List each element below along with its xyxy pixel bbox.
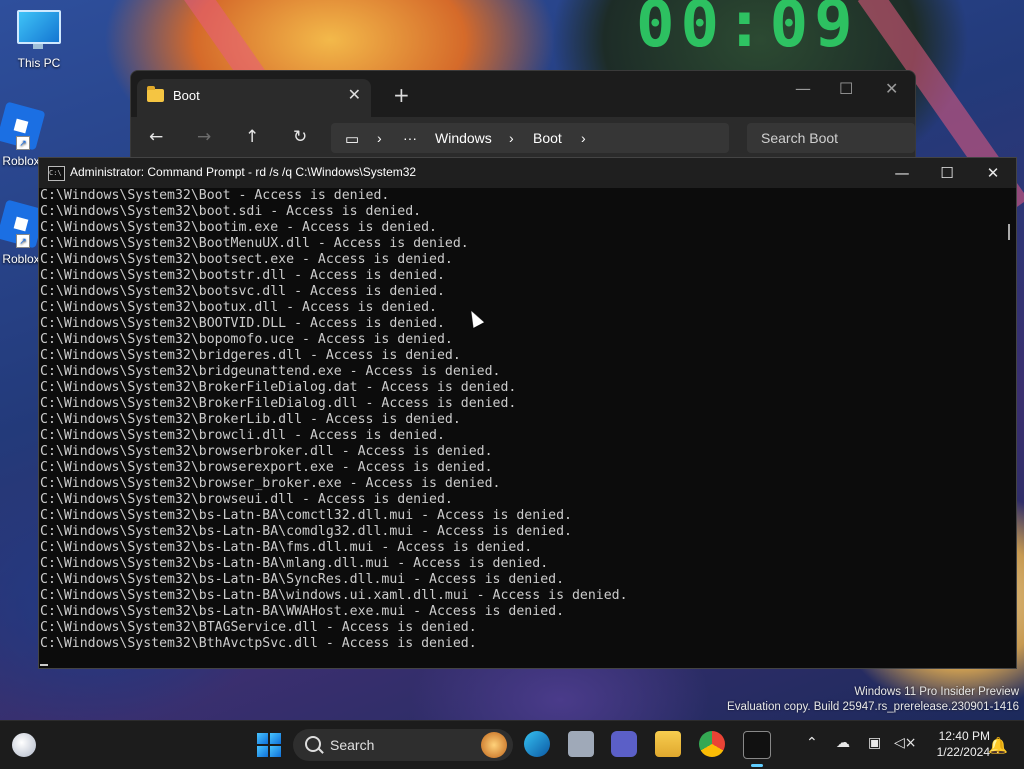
maximize-button[interactable]: ☐ <box>927 162 967 184</box>
chevron-right-icon[interactable]: › <box>581 130 586 146</box>
breadcrumb-boot[interactable]: Boot <box>533 130 562 146</box>
windows-logo-tile <box>270 733 281 744</box>
cmd-output-line: C:\Windows\System32\bridgeunattend.exe -… <box>40 364 501 379</box>
cmd-output-line: C:\Windows\System32\BootMenuUX.dll - Acc… <box>40 236 469 251</box>
breadcrumb-windows[interactable]: Windows <box>435 130 492 146</box>
watermark-line-1: Windows 11 Pro Insider Preview <box>854 686 1019 698</box>
chevron-right-icon: › <box>377 130 382 146</box>
folder-icon <box>147 86 164 102</box>
back-arrow-icon[interactable]: ← <box>149 127 163 147</box>
explorer-search-input[interactable]: Search Boot <box>747 123 915 153</box>
explorer-tab-bar: Boot ✕ + — ☐ ✕ <box>131 71 915 117</box>
taskbar: Search ⌃ ☁ ▣ ◁× 12:40 PM 1/22/2024 🔔 <box>0 720 1024 769</box>
edge-dev-icon[interactable] <box>524 731 550 757</box>
search-highlight-icon <box>481 732 507 758</box>
network-icon[interactable]: ▣ <box>868 735 881 751</box>
cmd-output-line: C:\Windows\System32\BOOTVID.DLL - Access… <box>40 316 445 331</box>
cmd-output-line: C:\Windows\System32\bs-Latn-BA\WWAHost.e… <box>40 604 565 619</box>
explorer-nav-bar: ← → ↑ ↻ ▭ › ··· Windows › Boot › Search … <box>131 117 915 161</box>
minimize-button[interactable]: — <box>795 79 811 98</box>
cmd-output-line: C:\Windows\System32\browseui.dll - Acces… <box>40 492 453 507</box>
taskbar-clock[interactable]: 12:40 PM 1/22/2024 <box>920 728 990 760</box>
clock-time: 12:40 PM <box>938 729 990 743</box>
taskbar-search-label: Search <box>330 737 375 753</box>
cmd-output-line: C:\Windows\System32\bs-Latn-BA\windows.u… <box>40 588 628 603</box>
terminal-icon[interactable] <box>743 731 771 767</box>
windows-watermark: Windows 11 Pro Insider Preview Evaluatio… <box>727 685 1019 715</box>
cmd-icon: C:\ <box>48 166 65 181</box>
cmd-output-line: C:\Windows\System32\bridgeres.dll - Acce… <box>40 348 461 363</box>
wallpaper-digital-clock-art: 00:09 <box>636 0 859 62</box>
minimize-button[interactable]: — <box>882 162 922 184</box>
taskbar-search[interactable]: Search <box>293 729 513 761</box>
cmd-output-line: C:\Windows\System32\BthAvctpSvc.dll - Ac… <box>40 636 477 651</box>
notification-bell-icon[interactable]: 🔔 <box>988 736 1008 755</box>
windows-logo-tile <box>257 746 268 757</box>
close-tab-icon[interactable]: ✕ <box>348 85 361 104</box>
cmd-output-line: C:\Windows\System32\BTAGService.dll - Ac… <box>40 620 477 635</box>
cmd-output-line: C:\Windows\System32\boot.sdi - Access is… <box>40 204 422 219</box>
forward-arrow-icon[interactable]: → <box>197 127 211 147</box>
cmd-output-line: C:\Windows\System32\bootim.exe - Access … <box>40 220 437 235</box>
new-tab-button[interactable]: + <box>393 83 410 107</box>
teams-chat-icon[interactable] <box>611 731 637 757</box>
cmd-output-line: C:\Windows\System32\bs-Latn-BA\comctl32.… <box>40 508 572 523</box>
windows-logo-tile <box>270 746 281 757</box>
shortcut-arrow-icon: ↗ <box>16 234 30 248</box>
explorer-tab-title: Boot <box>173 88 200 103</box>
volume-muted-icon[interactable]: ◁× <box>894 735 917 751</box>
text-cursor <box>40 664 48 666</box>
task-view-icon[interactable] <box>568 731 594 757</box>
file-explorer-icon[interactable] <box>655 731 681 757</box>
more-icon[interactable]: ··· <box>403 130 417 146</box>
refresh-icon[interactable]: ↻ <box>293 127 307 147</box>
start-button[interactable] <box>257 733 281 757</box>
clock-date: 1/22/2024 <box>936 745 990 759</box>
desktop-icon-this-pc[interactable]: This PC <box>4 10 74 70</box>
maximize-button[interactable]: ☐ <box>839 79 853 98</box>
watermark-line-2: Evaluation copy. Build 25947.rs_prerelea… <box>727 701 1019 713</box>
windows-logo-tile <box>257 733 268 744</box>
cmd-output-line: C:\Windows\System32\bootstr.dll - Access… <box>40 268 445 283</box>
cmd-output-line: C:\Windows\System32\bs-Latn-BA\mlang.dll… <box>40 556 549 571</box>
cmd-output-line: C:\Windows\System32\bs-Latn-BA\fms.dll.m… <box>40 540 533 555</box>
onedrive-offline-icon[interactable]: ☁ <box>836 735 850 751</box>
command-prompt-window[interactable]: C:\ Administrator: Command Prompt - rd /… <box>38 157 1017 669</box>
cmd-output-line: C:\Windows\System32\browserexport.exe - … <box>40 460 493 475</box>
cmd-output-line: C:\Windows\System32\bs-Latn-BA\SyncRes.d… <box>40 572 565 587</box>
cmd-output-line: C:\Windows\System32\browserbroker.dll - … <box>40 444 493 459</box>
scrollbar-thumb[interactable] <box>1008 224 1010 240</box>
cmd-output-line: C:\Windows\System32\bootux.dll - Access … <box>40 300 437 315</box>
cmd-output-line: C:\Windows\System32\browcli.dll - Access… <box>40 428 445 443</box>
address-bar[interactable]: ▭ › ··· Windows › Boot › <box>331 123 729 153</box>
cmd-output-line: C:\Windows\System32\BrokerFileDialog.dll… <box>40 396 517 411</box>
cmd-output-line: C:\Windows\System32\bopomofo.uce - Acces… <box>40 332 453 347</box>
cmd-output-line: C:\Windows\System32\BrokerLib.dll - Acce… <box>40 412 461 427</box>
search-icon <box>305 736 321 752</box>
computer-icon: ▭ <box>345 131 360 148</box>
chevron-right-icon: › <box>509 130 514 146</box>
up-arrow-icon[interactable]: ↑ <box>245 127 259 147</box>
cmd-title: Administrator: Command Prompt - rd /s /q… <box>70 165 417 179</box>
cmd-output-line: C:\Windows\System32\bootsvc.dll - Access… <box>40 284 445 299</box>
cmd-output-line: C:\Windows\System32\bs-Latn-BA\comdlg32.… <box>40 524 572 539</box>
explorer-tab[interactable]: Boot ✕ <box>137 79 371 117</box>
weather-widget-icon[interactable] <box>12 733 36 757</box>
monitor-icon <box>17 10 61 49</box>
chrome-icon[interactable] <box>699 731 725 757</box>
desktop-icon-label: This PC <box>17 56 61 70</box>
cmd-output[interactable]: C:\Windows\System32\Boot - Access is den… <box>40 188 995 666</box>
cmd-output-line: C:\Windows\System32\BrokerFileDialog.dat… <box>40 380 517 395</box>
cmd-output-line: C:\Windows\System32\browser_broker.exe -… <box>40 476 501 491</box>
cmd-title-bar[interactable]: C:\ Administrator: Command Prompt - rd /… <box>39 158 1016 188</box>
close-button[interactable]: ✕ <box>973 162 1013 184</box>
search-placeholder: Search Boot <box>761 130 839 146</box>
cmd-output-line: C:\Windows\System32\bootsect.exe - Acces… <box>40 252 453 267</box>
shortcut-arrow-icon: ↗ <box>16 136 30 150</box>
file-explorer-window[interactable]: Boot ✕ + — ☐ ✕ ← → ↑ ↻ ▭ › ··· Windows ›… <box>130 70 916 162</box>
cmd-output-line: C:\Windows\System32\Boot - Access is den… <box>40 188 390 203</box>
chevron-up-icon[interactable]: ⌃ <box>806 735 818 751</box>
close-button[interactable]: ✕ <box>885 79 898 98</box>
